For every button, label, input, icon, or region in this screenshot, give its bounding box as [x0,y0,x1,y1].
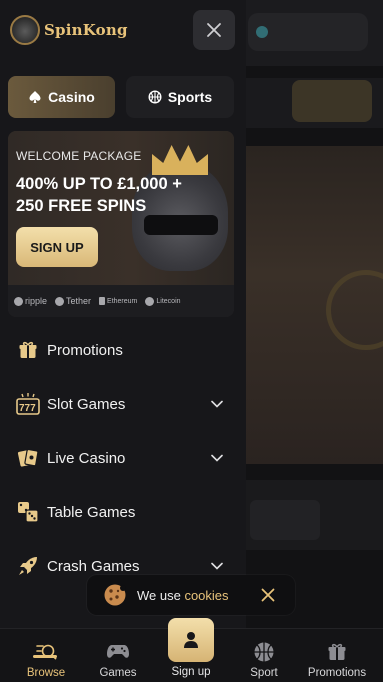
litecoin-icon [145,296,155,306]
gift-icon [325,641,349,663]
close-menu-button[interactable] [193,10,235,50]
menu-item-label: Crash Games [47,557,140,575]
rocket-icon [16,554,40,578]
menu-item-label: Live Casino [47,449,126,467]
promo-signup-button[interactable]: SIGN UP [16,227,98,267]
tab-sports-label: Sports [167,89,213,105]
gamepad-icon [106,641,130,663]
cookie-message: We use cookies [137,587,229,603]
cookie-banner: We use cookies [87,575,295,615]
nav-sport[interactable]: Sport [226,629,302,682]
sports-ball-icon [148,90,162,104]
payment-ripple: ripple [14,296,47,306]
nav-browse-label: Browse [26,667,66,679]
nav-sport-label: Sport [250,667,278,679]
tab-sports[interactable]: Sports [126,76,234,118]
tether-icon [55,296,65,306]
nav-promotions-label: Promotions [307,667,367,679]
user-icon [184,632,198,648]
sunglasses-icon [144,215,218,235]
nav-games-label: Games [99,667,137,679]
menu-item-label: Promotions [47,341,123,359]
close-icon [261,588,275,602]
menu-item-live-casino[interactable]: Live Casino [0,438,246,478]
ethereum-icon [99,297,106,305]
menu-item-table-games[interactable]: Table Games [0,492,246,532]
promo-headline-line1: 400% UP TO £1,000 + [16,175,182,193]
payment-methods: ripple Tether Ethereum Litecoin [8,285,234,317]
basketball-icon [252,641,276,663]
payment-litecoin: Litecoin [145,296,181,306]
chevron-down-icon[interactable] [210,559,224,573]
browse-search-icon [34,641,58,663]
cookie-close-button[interactable] [259,586,277,604]
menu-item-label: Table Games [47,503,136,521]
cards-icon [16,446,40,470]
brand-logo[interactable]: SpinKong [10,12,128,48]
svg-text:777: 777 [19,403,36,414]
background-icon [256,26,268,38]
spade-icon [29,91,41,103]
ripple-icon [14,296,23,306]
chevron-down-icon[interactable] [210,451,224,465]
gorilla-logo-icon [10,15,40,45]
close-icon [207,23,221,37]
menu-item-label: Slot Games [47,395,126,413]
brand-name: SpinKong [44,21,128,39]
crown-icon [152,145,208,175]
tab-casino-label: Casino [48,89,95,105]
payment-tether: Tether [55,296,91,306]
nav-promotions[interactable]: Promotions [299,629,375,682]
background-card-inner [250,500,320,540]
gift-icon [16,338,40,362]
cookies-link[interactable]: cookies [184,588,228,603]
payment-ethereum: Ethereum [99,297,137,305]
slot-777-icon: 777 [16,392,40,416]
nav-signup-button[interactable] [168,618,214,662]
menu-item-slot-games[interactable]: 777 Slot Games [0,384,246,424]
menu-item-promotions[interactable]: Promotions [0,330,246,370]
promo-headline-line2: 250 FREE SPINS [16,197,147,215]
chevron-down-icon[interactable] [210,397,224,411]
cookie-icon [103,583,127,607]
nav-games[interactable]: Games [80,629,156,682]
promo-headline: 400% UP TO £1,000 + 250 FREE SPINS [16,173,216,217]
nav-signup-label: Sign up [171,666,211,678]
background-button [292,80,372,122]
nav-active-indicator [33,655,57,658]
tab-casino[interactable]: Casino [8,76,115,118]
dice-icon [16,500,40,524]
welcome-promo-card[interactable]: WELCOME PACKAGE 400% UP TO £1,000 + 250 … [8,131,234,317]
promo-kicker: WELCOME PACKAGE [16,149,142,163]
